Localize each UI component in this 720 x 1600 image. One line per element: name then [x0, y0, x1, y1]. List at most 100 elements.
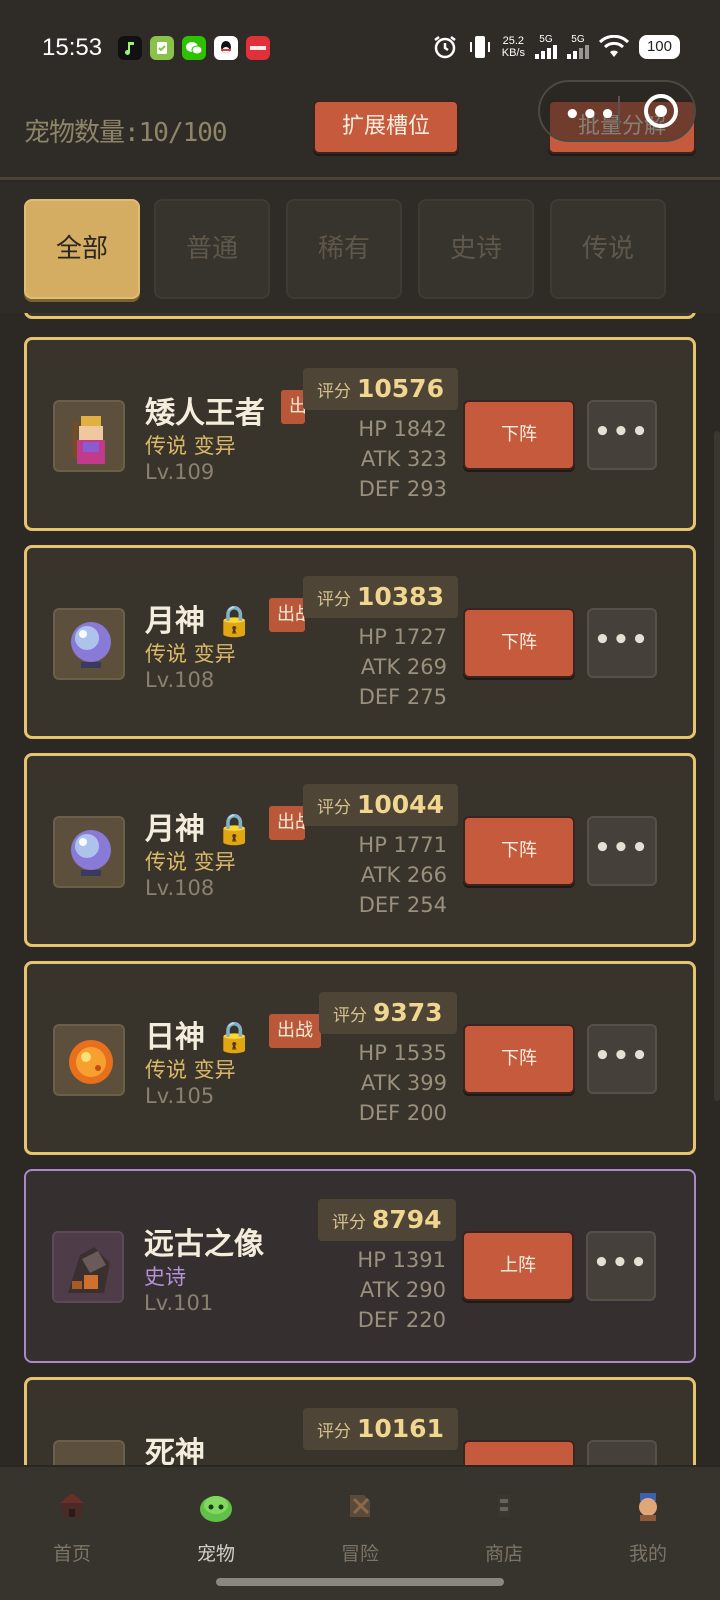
- pet-name: 死神: [145, 1436, 205, 1465]
- home-indicator[interactable]: [216, 1578, 504, 1586]
- more-options-button[interactable]: •••: [587, 608, 657, 678]
- pet-name: 月神 🔒: [145, 604, 253, 639]
- more-options-button[interactable]: •••: [587, 816, 657, 886]
- more-menu-icon[interactable]: •••: [564, 100, 617, 130]
- tasks-app-icon: [150, 36, 174, 60]
- status-time: 15:53: [42, 34, 103, 61]
- pet-list[interactable]: 矮人王者 出战 评分10576 传说 变异 Lv.109 HP 1842ATK …: [0, 313, 720, 1465]
- moon-orb-icon: [53, 608, 125, 680]
- nav-home[interactable]: 首页: [27, 1485, 117, 1566]
- deployed-tag: 出战: [281, 390, 305, 424]
- more-options-button[interactable]: •••: [587, 1024, 657, 1094]
- deploy-button[interactable]: 上阵: [462, 1231, 574, 1301]
- pet-score: 评分 10044: [303, 784, 458, 826]
- moon-orb-icon: [53, 816, 125, 888]
- undeploy-button[interactable]: 下阵: [463, 608, 575, 678]
- lock-icon: 🔒: [215, 1020, 253, 1055]
- slime-pet-icon: [196, 1485, 236, 1525]
- signal-bars-icon: [534, 45, 557, 59]
- deployed-tag: 出战: [269, 806, 305, 840]
- more-options-button[interactable]: •••: [586, 1231, 656, 1301]
- pet-score: 评分 10576: [303, 368, 458, 410]
- vibrate-icon: [469, 36, 490, 58]
- undeploy-button[interactable]: 下阵: [463, 400, 575, 470]
- pet-level: Lv.108: [145, 876, 215, 900]
- lock-icon: 🔒: [215, 812, 253, 847]
- pet-name: 矮人王者: [145, 396, 265, 431]
- pet-score: 评分 8794: [318, 1199, 456, 1241]
- pet-stats: HP 1535 ATK 399 DEF 200: [358, 1041, 447, 1125]
- pet-rarity: 传说 变异: [145, 642, 236, 666]
- close-miniapp-icon[interactable]: [644, 94, 678, 128]
- reaper-icon: [53, 1440, 125, 1465]
- pet-stats: HP 1391 ATK 290 DEF 220: [357, 1248, 446, 1332]
- nav-shop[interactable]: 商店: [459, 1485, 549, 1566]
- undeploy-button[interactable]: 下阵: [463, 1024, 575, 1094]
- nav-adventure[interactable]: 冒险: [315, 1485, 405, 1566]
- signal-bars-icon: [566, 45, 589, 59]
- pet-card-partial: [24, 313, 696, 319]
- tab-rare[interactable]: 稀有: [286, 199, 402, 299]
- list-scrollbar[interactable]: [714, 431, 720, 1101]
- pet-score: 评分 10161: [303, 1408, 458, 1450]
- pet-stats: HP 1842 ATK 323 DEF 293: [358, 417, 447, 501]
- nav-profile[interactable]: 我的: [603, 1485, 693, 1566]
- pet-name: 月神 🔒: [145, 812, 253, 847]
- nav-pets[interactable]: 宠物: [171, 1485, 261, 1566]
- pet-rarity: 传说 变异: [145, 850, 236, 874]
- lock-icon: 🔒: [215, 604, 253, 639]
- pet-card[interactable]: 日神 🔒 出战 评分 9373 传说 变异 Lv.105 HP 1535 ATK 3…: [24, 961, 696, 1155]
- ancient-statue-icon: [52, 1231, 124, 1303]
- wifi-icon: [598, 35, 629, 57]
- pet-card[interactable]: 月神 🔒 出战 评分10044 传说 变异 Lv.108 HP 1771ATK …: [24, 753, 696, 947]
- pet-rarity: 史诗: [144, 1265, 186, 1289]
- tab-legend[interactable]: 传说: [550, 199, 666, 299]
- pet-rarity: 传说 变异: [145, 1058, 236, 1082]
- pet-level: Lv.108: [145, 668, 215, 692]
- pet-score: 评分 10383: [303, 576, 458, 618]
- pet-rarity: 传说 变异: [145, 434, 236, 458]
- pet-stats: HP 1771 ATK 266 DEF 254: [358, 833, 447, 917]
- profile-icon: [628, 1485, 668, 1525]
- qq-app-icon: [214, 36, 238, 60]
- undeploy-button[interactable]: [463, 1440, 575, 1465]
- miniapp-capsule: •••: [538, 80, 696, 142]
- adventure-icon: [340, 1485, 380, 1525]
- pet-count: 宠物数量:10/100: [24, 118, 228, 148]
- pet-card[interactable]: 远古之像 评分 8794 史诗 Lv.101 HP 1391 ATK 290 DEF …: [24, 1169, 696, 1363]
- home-icon: [52, 1485, 92, 1525]
- deployed-tag: 出战: [269, 598, 305, 632]
- tab-all[interactable]: 全部: [24, 199, 140, 299]
- signal-1: 5G: [534, 35, 557, 59]
- dwarf-king-icon: [53, 400, 125, 472]
- pet-level: Lv.101: [144, 1291, 214, 1315]
- sun-orb-icon: [53, 1024, 125, 1096]
- wechat-app-icon: [182, 36, 206, 60]
- tab-epic[interactable]: 史诗: [418, 199, 534, 299]
- pet-card[interactable]: 矮人王者 出战 评分10576 传说 变异 Lv.109 HP 1842ATK …: [24, 337, 696, 531]
- battery-indicator: 100: [638, 35, 680, 59]
- capsule-divider: [618, 96, 620, 128]
- signal-2: 5G: [566, 35, 589, 59]
- pet-name: 远古之像: [144, 1227, 264, 1262]
- pet-score: 评分 9373: [319, 992, 457, 1034]
- deployed-tag: 出战: [269, 1014, 321, 1048]
- music-app-icon: [118, 36, 142, 60]
- pet-stats: HP 1727 ATK 269 DEF 275: [358, 625, 447, 709]
- pet-card[interactable]: 死神 评分 10161: [24, 1377, 696, 1465]
- status-app-icons: [118, 36, 270, 60]
- status-indicators: 25.2 KB/s 5G 5G 100: [432, 34, 680, 60]
- tab-common[interactable]: 普通: [154, 199, 270, 299]
- pet-header: 宠物数量:10/100 扩展槽位 批量分解 •••: [0, 80, 720, 180]
- expand-slots-button[interactable]: 扩展槽位: [313, 100, 459, 154]
- net-speed: 25.2 KB/s: [501, 35, 525, 59]
- more-options-button[interactable]: [587, 1440, 657, 1465]
- pet-card[interactable]: 月神 🔒 出战 评分10383 传说 变异 Lv.108 HP 1727ATK …: [24, 545, 696, 739]
- alarm-icon: [433, 36, 456, 59]
- xiaohongshu-app-icon: [246, 36, 270, 60]
- undeploy-button[interactable]: 下阵: [463, 816, 575, 886]
- shop-icon: [484, 1485, 524, 1525]
- pet-level: Lv.105: [145, 1084, 215, 1108]
- more-options-button[interactable]: •••: [587, 400, 657, 470]
- pet-name: 日神 🔒: [145, 1020, 253, 1055]
